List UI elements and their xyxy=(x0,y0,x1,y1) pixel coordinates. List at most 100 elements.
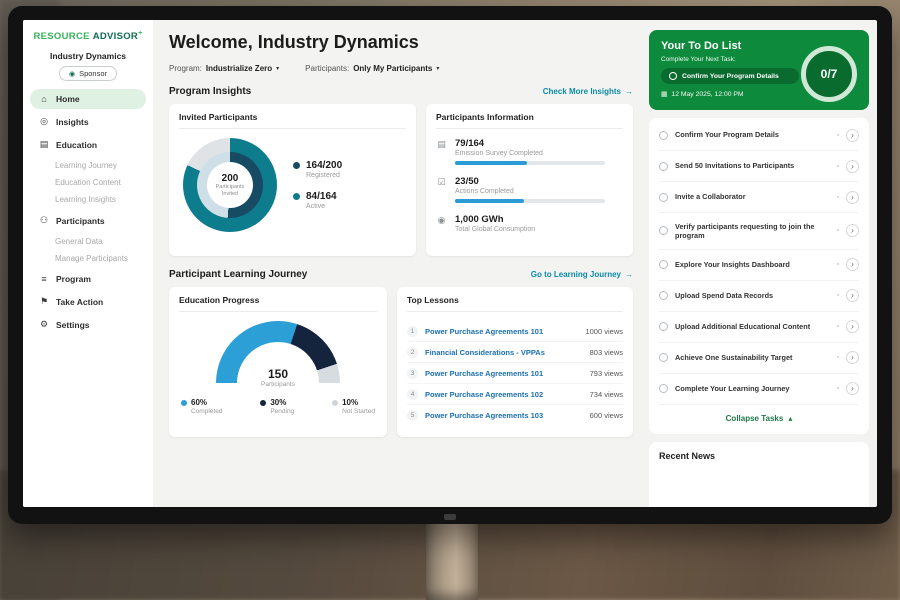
todo-item-achieve-target[interactable]: Achieve One Sustainability Target ▫ › xyxy=(659,343,859,374)
chevron-down-icon: ▾ xyxy=(436,65,439,72)
external-link-icon: ▫ xyxy=(837,323,839,330)
lesson-views: 1000 views xyxy=(585,327,623,336)
sidebar-item-take-action[interactable]: ⚑ Take Action xyxy=(30,291,146,312)
task-checkbox[interactable] xyxy=(659,162,668,171)
todo-item-explore-insights[interactable]: Explore Your Insights Dashboard ▫ › xyxy=(659,250,859,281)
chevron-right-icon[interactable]: › xyxy=(846,129,859,142)
lesson-link[interactable]: Power Purchase Agreements 101 xyxy=(425,327,578,336)
brand-logo: RESOURCE ADVISOR+ xyxy=(28,30,148,42)
sidebar-item-label: Program xyxy=(56,274,91,284)
lesson-link[interactable]: Power Purchase Agreements 103 xyxy=(425,411,583,420)
participants-information-card: Participants Information ▤ 79/164 Emissi… xyxy=(426,104,633,256)
external-link-icon: ▫ xyxy=(837,132,839,139)
filter-bar: Program: Industrialize Zero ▾ Participan… xyxy=(169,64,633,73)
todo-item-upload-spend-data[interactable]: Upload Spend Data Records ▫ › xyxy=(659,281,859,312)
legend-active: 84/164 Active xyxy=(293,191,342,210)
sidebar-item-insights[interactable]: ◎ Insights xyxy=(30,111,146,132)
chevron-down-icon: ▾ xyxy=(276,65,279,72)
lesson-row[interactable]: 1 Power Purchase Agreements 101 1000 vie… xyxy=(407,321,623,342)
sidebar-item-label: Insights xyxy=(56,117,89,127)
sidebar-item-education[interactable]: ▤ Education xyxy=(30,134,146,155)
lesson-link[interactable]: Financial Considerations - VPPAs xyxy=(425,348,583,357)
section-title: Participant Learning Journey xyxy=(169,269,307,280)
legend-registered: 164/200 Registered xyxy=(293,160,342,179)
todo-list-card: Confirm Your Program Details ▫ › Send 50… xyxy=(649,118,869,434)
survey-icon: ▤ xyxy=(436,139,447,165)
todo-item-send-invitations[interactable]: Send 50 Invitations to Participants ▫ › xyxy=(659,151,859,182)
task-checkbox[interactable] xyxy=(659,193,668,202)
chevron-right-icon[interactable]: › xyxy=(846,351,859,364)
sidebar-item-learning-insights[interactable]: Learning Insights xyxy=(28,191,148,208)
lesson-row[interactable]: 3 Power Purchase Agreements 101 793 view… xyxy=(407,363,623,384)
task-checkbox[interactable] xyxy=(659,322,668,331)
program-insights-header: Program Insights Check More Insights → xyxy=(169,86,633,97)
chevron-right-icon[interactable]: › xyxy=(846,224,859,237)
program-dropdown[interactable]: Program: Industrialize Zero ▾ xyxy=(169,64,279,73)
task-checkbox[interactable] xyxy=(659,260,668,269)
main-content: Welcome, Industry Dynamics Program: Indu… xyxy=(153,20,645,507)
check-more-insights-link[interactable]: Check More Insights → xyxy=(543,87,633,96)
task-checkbox[interactable] xyxy=(659,353,668,362)
chevron-right-icon[interactable]: › xyxy=(846,289,859,302)
sidebar-item-label: Participants xyxy=(56,216,105,226)
lesson-link[interactable]: Power Purchase Agreements 102 xyxy=(425,390,583,399)
invited-donut-chart: 200 Participants Invited xyxy=(183,138,277,232)
task-checkbox[interactable] xyxy=(659,384,668,393)
sidebar-nav: ⌂ Home ◎ Insights ▤ Education Learning J… xyxy=(28,89,148,335)
legend-dot xyxy=(293,162,300,169)
info-row-survey: ▤ 79/164 Emission Survey Completed xyxy=(436,138,623,165)
chevron-right-icon[interactable]: › xyxy=(846,191,859,204)
lesson-link[interactable]: Power Purchase Agreements 101 xyxy=(425,369,583,378)
task-checkbox[interactable] xyxy=(659,131,668,140)
sidebar-item-program[interactable]: ≡ Program xyxy=(30,269,146,289)
take-action-icon: ⚑ xyxy=(39,296,49,307)
next-task-pill[interactable]: Confirm Your Program Details xyxy=(661,68,799,84)
todo-item-verify-participants[interactable]: Verify participants requesting to join t… xyxy=(659,213,859,250)
sidebar-item-learning-journey[interactable]: Learning Journey xyxy=(28,157,148,174)
sidebar-item-education-content[interactable]: Education Content xyxy=(28,174,148,191)
task-checkbox[interactable] xyxy=(659,291,668,300)
todo-item-complete-learning-journey[interactable]: Complete Your Learning Journey ▫ › xyxy=(659,374,859,405)
lesson-row[interactable]: 4 Power Purchase Agreements 102 734 view… xyxy=(407,384,623,405)
gear-icon: ⚙ xyxy=(39,319,49,330)
task-checkbox[interactable] xyxy=(659,226,668,235)
sidebar-item-settings[interactable]: ⚙ Settings xyxy=(30,314,146,335)
info-row-consumption: ◉ 1,000 GWh Total Global Consumption xyxy=(436,214,623,233)
lesson-rank: 5 xyxy=(407,410,418,421)
sidebar-item-home[interactable]: ⌂ Home xyxy=(30,89,146,109)
participants-dropdown[interactable]: Participants: Only My Participants ▾ xyxy=(305,64,439,73)
external-link-icon: ▫ xyxy=(837,194,839,201)
lesson-row[interactable]: 2 Financial Considerations - VPPAs 803 v… xyxy=(407,342,623,363)
chevron-right-icon[interactable]: › xyxy=(846,160,859,173)
legend-dot xyxy=(332,400,338,406)
todo-item-invite-collaborator[interactable]: Invite a Collaborator ▫ › xyxy=(659,182,859,213)
sponsor-badge: ◉ Sponsor xyxy=(59,66,117,81)
todo-item-confirm-program[interactable]: Confirm Your Program Details ▫ › xyxy=(659,120,859,151)
chevron-right-icon[interactable]: › xyxy=(846,320,859,333)
sidebar-item-manage-participants[interactable]: Manage Participants xyxy=(28,250,148,267)
todo-progress-ring: 0/7 xyxy=(801,46,857,102)
todo-item-upload-educational-content[interactable]: Upload Additional Educational Content ▫ … xyxy=(659,312,859,343)
program-list-icon: ≡ xyxy=(39,274,49,284)
megaphone-icon: ◉ xyxy=(69,70,75,78)
collapse-tasks-link[interactable]: Collapse Tasks ▴ xyxy=(659,405,859,430)
legend-dot xyxy=(181,400,187,406)
legend-pending: 30% Pending xyxy=(260,398,294,415)
lesson-views: 600 views xyxy=(590,411,623,420)
external-link-icon: ▫ xyxy=(837,163,839,170)
sidebar-item-participants[interactable]: ⚇ Participants xyxy=(30,210,146,231)
donut-center-label: Participants Invited xyxy=(213,184,247,197)
chevron-right-icon[interactable]: › xyxy=(846,382,859,395)
external-link-icon: ▫ xyxy=(837,227,839,234)
chevron-right-icon[interactable]: › xyxy=(846,258,859,271)
program-label: Program: xyxy=(169,64,202,73)
sidebar-item-general-data[interactable]: General Data xyxy=(28,233,148,250)
app-window: RESOURCE ADVISOR+ Industry Dynamics ◉ Sp… xyxy=(23,20,877,507)
external-link-icon: ▫ xyxy=(837,385,839,392)
education-progress-card: Education Progress 150 Participants xyxy=(169,287,387,437)
legend-dot xyxy=(260,400,266,406)
chevron-up-icon: ▴ xyxy=(788,414,792,423)
lesson-rank: 2 xyxy=(407,347,418,358)
lesson-row[interactable]: 5 Power Purchase Agreements 103 600 view… xyxy=(407,405,623,425)
go-to-learning-journey-link[interactable]: Go to Learning Journey → xyxy=(531,270,633,279)
